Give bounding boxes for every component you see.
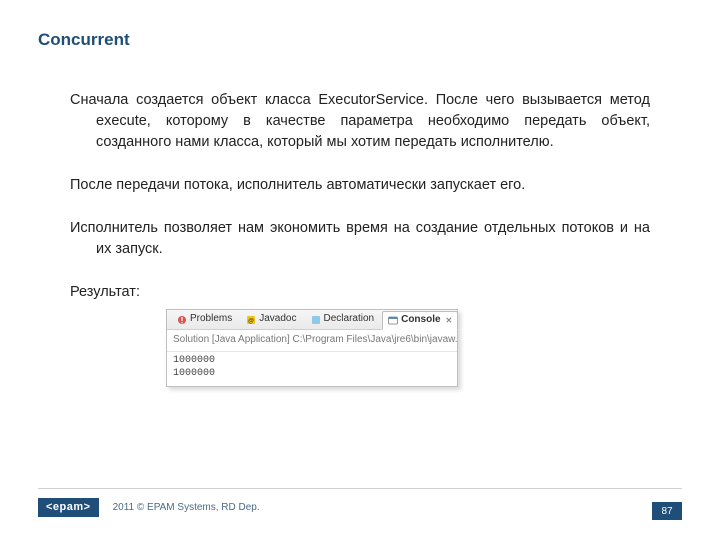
footer-divider bbox=[38, 488, 682, 489]
close-icon: ✕ bbox=[446, 315, 453, 327]
epam-logo: <epam> bbox=[38, 498, 99, 517]
footer-left: <epam> 2011 © EPAM Systems, RD Dep. bbox=[38, 494, 260, 520]
javadoc-icon: @ bbox=[246, 315, 256, 325]
tab-console: Console ✕ bbox=[382, 311, 458, 330]
svg-text:@: @ bbox=[248, 318, 254, 324]
slide: Concurrent Сначала создается объект клас… bbox=[0, 0, 720, 540]
paragraph-2: После передачи потока, исполнитель автом… bbox=[70, 175, 650, 196]
footer: <epam> 2011 © EPAM Systems, RD Dep. 87 bbox=[0, 494, 720, 520]
tab-javadoc: @ Javadoc bbox=[240, 310, 302, 329]
tab-label: Problems bbox=[190, 312, 232, 327]
paragraph-3: Исполнитель позволяет нам экономить врем… bbox=[70, 218, 650, 260]
eclipse-console-screenshot: Problems @ Javadoc Declaration bbox=[166, 309, 458, 387]
console-tab-bar: Problems @ Javadoc Declaration bbox=[167, 310, 457, 330]
page-number: 87 bbox=[652, 502, 682, 520]
problems-icon bbox=[177, 315, 187, 325]
paragraph-1: Сначала создается объект класса Executor… bbox=[70, 90, 650, 153]
tab-label: Javadoc bbox=[259, 312, 296, 327]
console-output: 1000000 1000000 bbox=[167, 352, 457, 386]
slide-body: Сначала создается объект класса Executor… bbox=[70, 90, 650, 387]
console-line: 1000000 bbox=[173, 367, 451, 380]
result-label: Результат: bbox=[70, 282, 650, 303]
tab-problems: Problems bbox=[171, 310, 238, 329]
console-launch-path: Solution [Java Application] C:\Program F… bbox=[167, 330, 457, 352]
declaration-icon bbox=[311, 315, 321, 325]
console-icon bbox=[388, 316, 398, 326]
console-line: 1000000 bbox=[173, 354, 451, 367]
tab-label: Declaration bbox=[324, 312, 375, 327]
slide-title: Concurrent bbox=[38, 30, 130, 50]
tab-declaration: Declaration bbox=[305, 310, 381, 329]
tab-label: Console bbox=[401, 313, 440, 328]
copyright-text: 2011 © EPAM Systems, RD Dep. bbox=[113, 502, 260, 513]
